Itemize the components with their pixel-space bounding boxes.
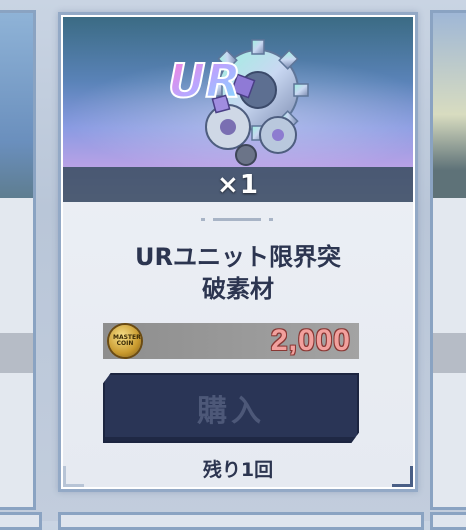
remaining-purchases: 残り1回 [202,459,274,481]
item-name: URユニット限界突 破素材 [135,243,341,303]
rarity-badge: UR [168,54,241,108]
item-art-panel: UR ×1 [63,17,413,202]
section-divider [201,217,273,221]
lower-row-card-center[interactable] [58,512,424,530]
next-item-price-strip [433,333,466,373]
price-row: MASTER COIN 2,000 [103,323,359,359]
lower-row-card-left[interactable] [0,512,42,530]
item-price: 2,000 [270,324,351,357]
quantity-bar: ×1 [63,167,413,202]
item-quantity: ×1 [217,169,259,200]
card-corner-accent [392,466,413,487]
shop-item-card[interactable]: UR ×1 URユニット限界突 破素材 MASTER COIN 2,000 購入… [58,12,418,492]
gear-material-icon: UR [167,39,309,166]
previous-item-card[interactable] [0,10,36,510]
buy-button[interactable]: 購入 [103,373,359,443]
previous-item-art [0,13,33,198]
master-coin-icon: MASTER COIN [109,325,141,357]
next-item-card[interactable] [430,10,466,510]
previous-item-price-strip [0,333,33,373]
card-corner-accent-left [63,466,84,487]
next-item-art [433,13,466,198]
lower-row-card-right[interactable] [430,512,466,530]
coin-label: MASTER COIN [113,334,141,347]
buy-button-label: 購入 [197,394,265,429]
